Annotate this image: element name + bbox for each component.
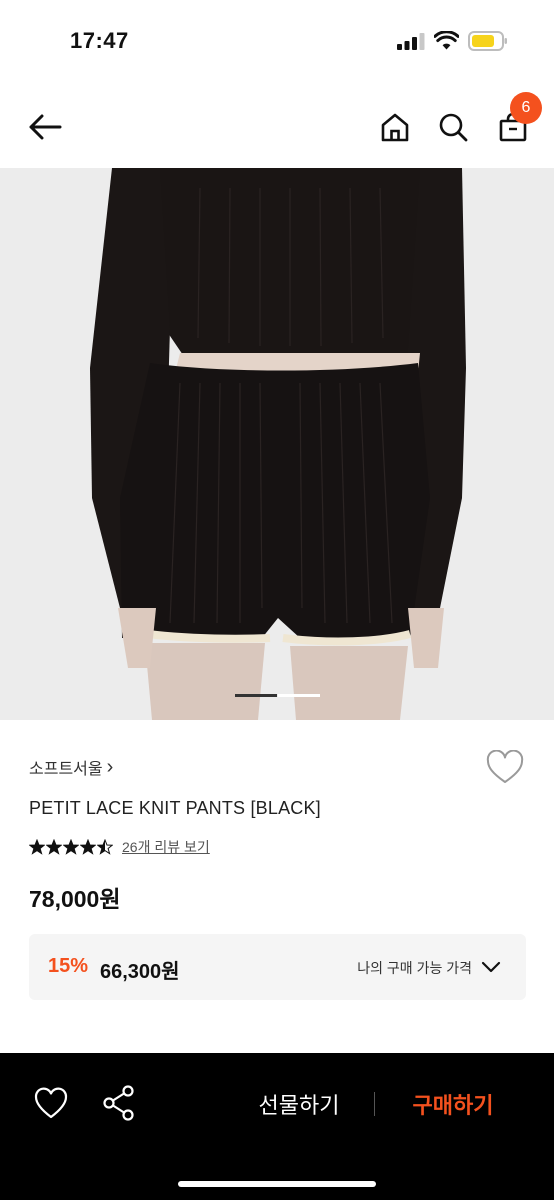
wishlist-button[interactable] xyxy=(486,749,524,786)
my-price-dropdown[interactable]: 15% 66,300원 나의 구매 가능 가격 xyxy=(29,934,526,1000)
product-image[interactable] xyxy=(0,168,554,720)
review-link[interactable]: 26개 리뷰 보기 xyxy=(122,837,210,857)
back-button[interactable] xyxy=(24,106,66,148)
pager-indicator-active xyxy=(235,694,277,697)
divider xyxy=(374,1092,375,1116)
product-price: 78,000원 xyxy=(29,886,121,912)
search-icon xyxy=(439,113,468,142)
back-arrow-icon xyxy=(29,114,62,140)
heart-icon xyxy=(486,749,524,783)
product-name: PETIT LACE KNIT PANTS [BLACK] xyxy=(29,798,321,818)
gift-button[interactable]: 선물하기 xyxy=(230,1087,368,1121)
battery-icon xyxy=(468,31,507,51)
status-bar: 17:47 xyxy=(0,0,554,84)
home-indicator xyxy=(178,1181,376,1187)
product-photo xyxy=(0,168,554,720)
heart-icon xyxy=(34,1087,68,1119)
status-time: 17:47 xyxy=(70,28,129,53)
star-icon xyxy=(63,839,79,855)
brand-name: 소프트서울 xyxy=(29,761,103,778)
top-nav-bar xyxy=(0,84,554,168)
chevron-right-icon: › xyxy=(106,756,114,778)
home-icon xyxy=(381,113,409,142)
star-icon xyxy=(80,839,96,855)
buy-button[interactable]: 구매하기 xyxy=(384,1087,522,1121)
share-button[interactable] xyxy=(101,1084,137,1122)
pager-indicator xyxy=(278,694,320,697)
rating-stars xyxy=(29,839,113,855)
discount-price: 66,300원 xyxy=(100,961,180,983)
bottom-action-bar: 선물하기 구매하기 xyxy=(0,1053,554,1200)
rating-row: 26개 리뷰 보기 xyxy=(29,836,210,858)
bottom-wishlist-button[interactable] xyxy=(33,1086,69,1122)
share-icon xyxy=(103,1085,134,1121)
search-button[interactable] xyxy=(434,106,472,148)
star-icon xyxy=(97,839,113,855)
star-icon xyxy=(46,839,62,855)
home-button[interactable] xyxy=(376,106,414,148)
cellular-signal-icon xyxy=(397,33,425,50)
chevron-down-icon xyxy=(481,961,501,973)
wifi-icon xyxy=(434,31,459,50)
discount-rate: 15% xyxy=(48,955,89,977)
brand-link[interactable]: 소프트서울 › xyxy=(29,755,113,779)
my-price-label: 나의 구매 가능 가격 xyxy=(357,960,472,976)
cart-count-badge: 6 xyxy=(510,92,542,124)
image-pager xyxy=(235,694,320,697)
star-icon xyxy=(29,839,45,855)
